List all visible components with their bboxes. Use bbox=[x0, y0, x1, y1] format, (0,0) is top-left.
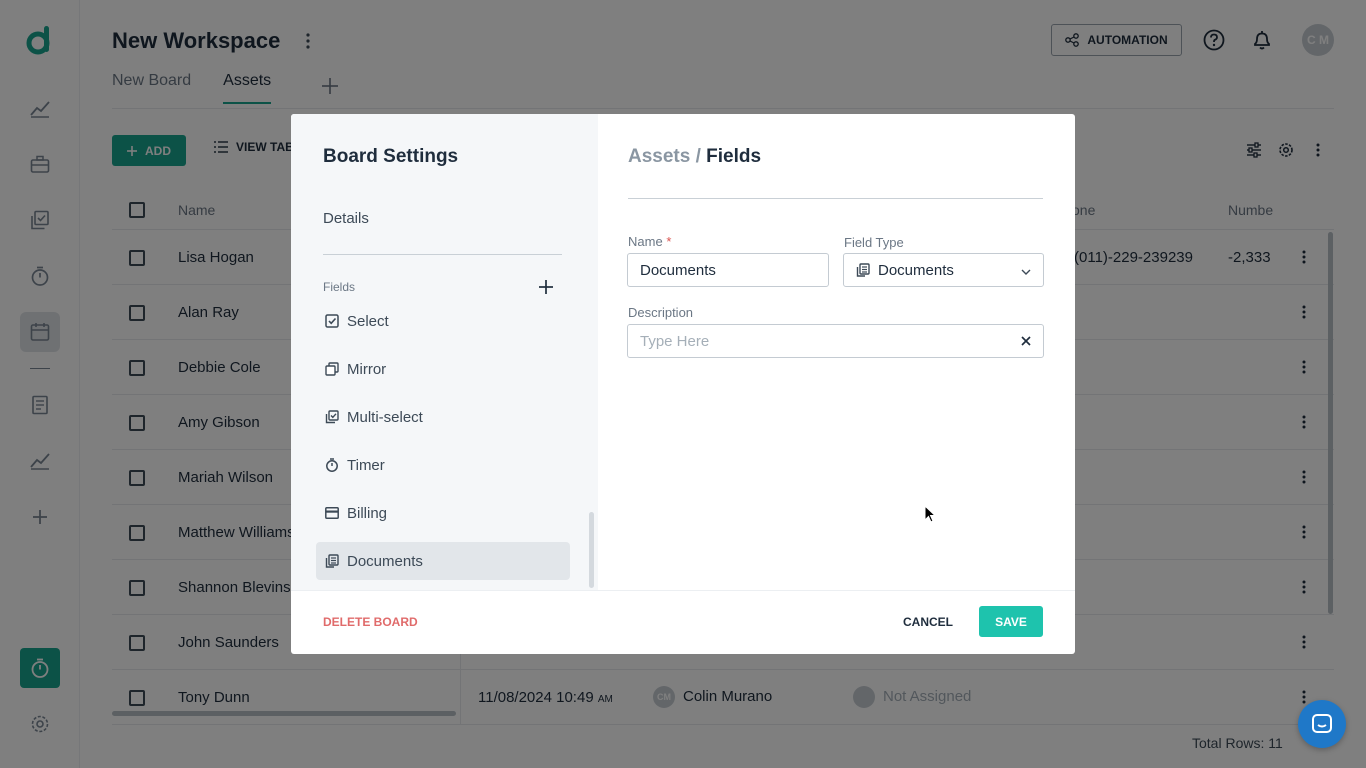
chat-support-button[interactable] bbox=[1298, 700, 1346, 748]
breadcrumb-current: Fields bbox=[706, 146, 762, 167]
name-input[interactable]: Documents bbox=[627, 253, 829, 287]
multi-select-icon bbox=[325, 410, 339, 424]
sidebar-divider bbox=[323, 254, 562, 255]
field-type-label: Field Type bbox=[844, 235, 904, 250]
footer-divider bbox=[291, 590, 1075, 591]
field-item-label: Multi-select bbox=[347, 408, 423, 426]
name-input-value: Documents bbox=[640, 261, 716, 279]
fields-section-label: Fields bbox=[323, 280, 356, 294]
breadcrumb-parent[interactable]: Assets bbox=[628, 146, 690, 167]
add-field-icon[interactable] bbox=[537, 278, 555, 296]
field-item-label: Documents bbox=[347, 552, 423, 570]
field-item-billing[interactable]: Billing bbox=[316, 494, 570, 532]
field-type-select[interactable]: Documents bbox=[843, 253, 1044, 287]
delete-board-button[interactable]: DELETE BOARD bbox=[323, 615, 418, 629]
field-type-value: Documents bbox=[878, 261, 954, 279]
chat-icon bbox=[1312, 714, 1332, 733]
field-item-select[interactable]: Select bbox=[316, 302, 570, 340]
description-input[interactable]: Type Here bbox=[627, 324, 1044, 358]
modal-title: Board Settings bbox=[323, 146, 459, 167]
billing-card-icon bbox=[325, 506, 339, 520]
field-item-mirror[interactable]: Mirror bbox=[316, 350, 570, 388]
settings-nav-details[interactable]: Details bbox=[323, 210, 369, 227]
name-label-text: Name bbox=[628, 234, 663, 249]
board-settings-modal: Board Settings Details Fields Select Mir… bbox=[291, 114, 1075, 654]
breadcrumb: Assets / Fields bbox=[628, 146, 761, 168]
description-label: Description bbox=[628, 305, 694, 320]
field-item-timer[interactable]: Timer bbox=[316, 446, 570, 484]
timer-icon bbox=[325, 458, 339, 472]
cancel-button[interactable]: CANCEL bbox=[903, 615, 953, 629]
documents-icon bbox=[856, 263, 870, 277]
save-button[interactable]: SAVE bbox=[979, 606, 1043, 637]
mirror-icon bbox=[325, 362, 339, 376]
panel-divider bbox=[628, 198, 1043, 199]
field-item-multi-select[interactable]: Multi-select bbox=[316, 398, 570, 436]
field-item-label: Timer bbox=[347, 456, 385, 474]
checkbox-icon bbox=[325, 314, 339, 328]
chevron-down-icon bbox=[1021, 262, 1031, 279]
field-item-label: Select bbox=[347, 312, 389, 330]
name-field-label: Name * bbox=[628, 234, 671, 249]
clear-icon[interactable] bbox=[1021, 333, 1031, 350]
mouse-cursor-icon bbox=[924, 504, 937, 528]
field-item-label: Mirror bbox=[347, 360, 387, 378]
breadcrumb-separator: / bbox=[695, 146, 701, 167]
required-asterisk: * bbox=[666, 234, 672, 249]
fields-scrollbar[interactable] bbox=[589, 512, 594, 588]
field-item-label: Billing bbox=[347, 504, 388, 522]
description-placeholder: Type Here bbox=[640, 332, 710, 350]
settings-sidebar: Board Settings Details Fields Select Mir… bbox=[291, 114, 598, 590]
field-item-documents[interactable]: Documents bbox=[316, 542, 570, 580]
documents-icon bbox=[325, 554, 339, 568]
